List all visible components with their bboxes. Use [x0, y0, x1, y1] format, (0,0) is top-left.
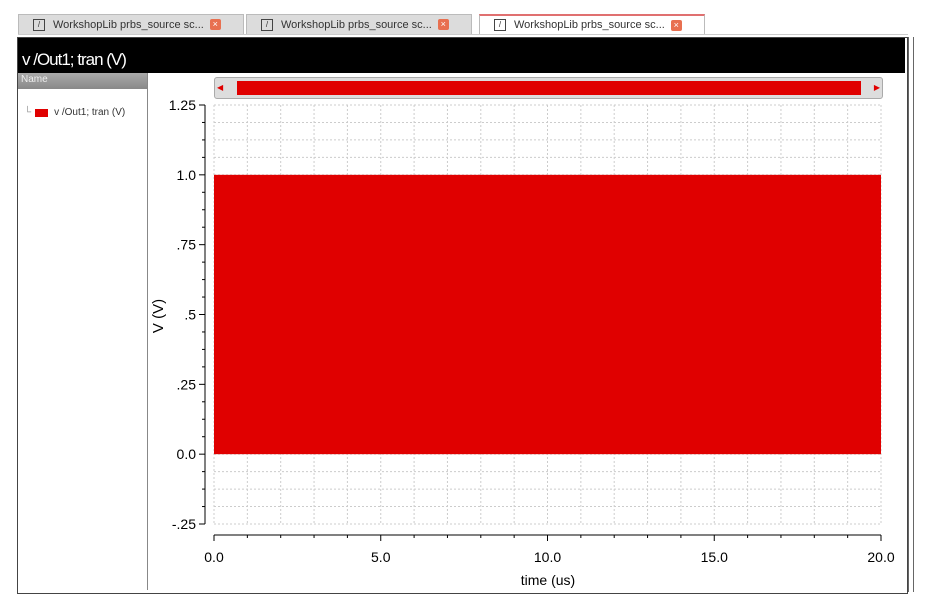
x-tick-label: 0.0 — [204, 549, 224, 565]
y-tick-label: 1.0 — [177, 167, 197, 183]
waveform-trace — [214, 174, 881, 455]
y-axis-label: V (V) — [150, 299, 167, 333]
y-tick-label: -.25 — [172, 516, 196, 532]
x-tick-label: 10.0 — [534, 549, 561, 565]
y-tick-label: .75 — [177, 237, 197, 253]
x-tick-label: 15.0 — [701, 549, 728, 565]
y-tick-label: .25 — [177, 376, 197, 392]
y-tick-label: .5 — [184, 307, 196, 323]
x-axis-label: time (us) — [521, 572, 575, 588]
x-tick-label: 20.0 — [867, 549, 894, 565]
x-tick-label: 5.0 — [371, 549, 391, 565]
y-tick-label: 1.25 — [169, 97, 196, 113]
y-tick-label: 0.0 — [177, 446, 197, 462]
plot-area: -.25 0.0 .25 .5 .75 1.0 1.25 0.0 5.0 10.0 15.0 20.0… — [150, 97, 895, 588]
